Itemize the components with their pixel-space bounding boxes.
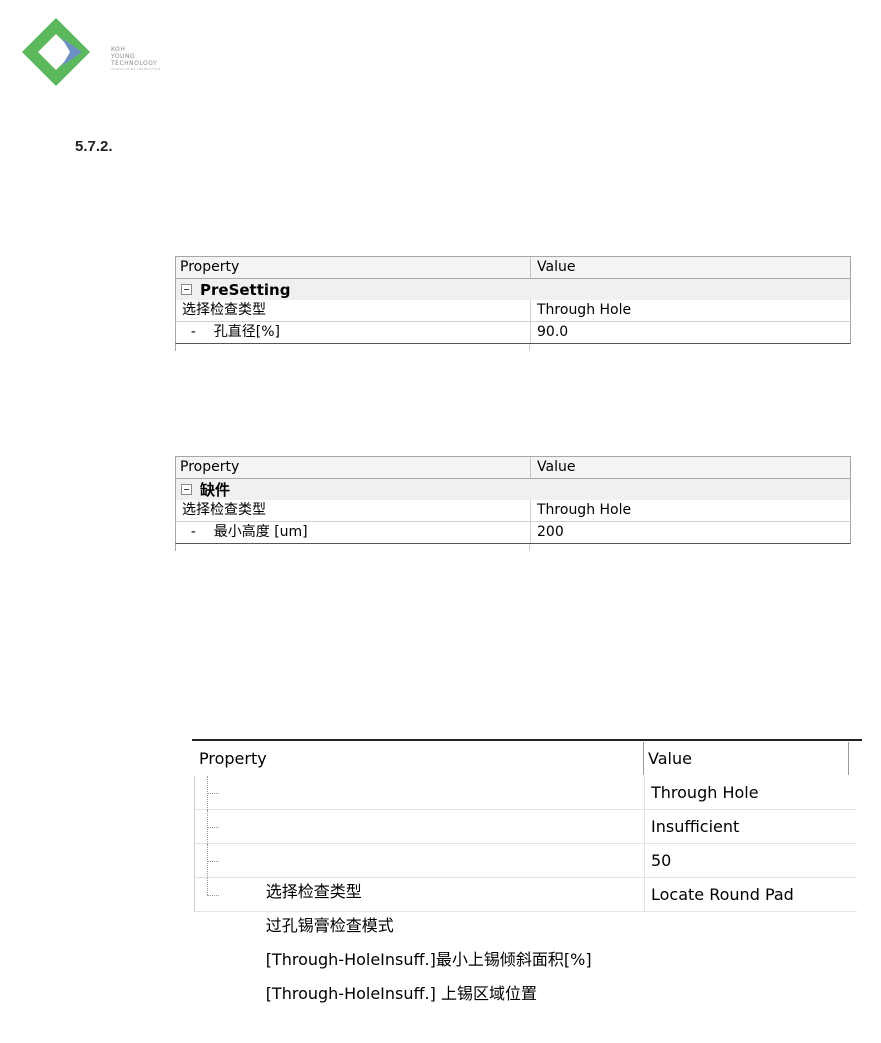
property-name: 选择检查类型: [176, 500, 531, 521]
grid-header: Property Value: [194, 742, 854, 775]
property-name: - 孔直径[%]: [176, 322, 531, 343]
collapse-icon[interactable]: [181, 284, 192, 295]
property-value[interactable]: Insufficient: [645, 810, 855, 843]
property-name: 选择检查类型: [195, 776, 645, 901]
property-name: 过孔锡膏检查模式: [195, 810, 645, 935]
logo-line-3: TECHNOLOGY: [111, 60, 158, 67]
category-label: 缺件: [200, 481, 231, 499]
value-column-header[interactable]: Value: [644, 742, 849, 775]
value-column-header[interactable]: Value: [531, 257, 850, 278]
property-name: 选择检查类型: [176, 300, 531, 321]
property-column-header[interactable]: Property: [176, 457, 531, 478]
property-value[interactable]: Through Hole: [531, 300, 850, 321]
company-logo: KOH YOUNG TECHNOLOGY INTELLIGENT INSPECT…: [18, 14, 188, 94]
logo-text: KOH YOUNG TECHNOLOGY INTELLIGENT INSPECT…: [111, 46, 161, 71]
grid-body: 选择检查类型 Through Hole 过孔锡膏检查模式 Insufficien…: [194, 776, 857, 1003]
property-label: [Through-HoleInsuff.] 上锡区域位置: [265, 984, 537, 1003]
collapse-icon[interactable]: [181, 484, 192, 495]
logo-tagline: INTELLIGENT INSPECTION: [111, 67, 161, 71]
property-value[interactable]: 90.0: [531, 322, 850, 343]
property-row[interactable]: 选择检查类型 Through Hole: [175, 300, 851, 322]
logo-line-2: YOUNG: [111, 53, 136, 60]
property-name: - 最小高度 [um]: [176, 522, 531, 543]
property-row[interactable]: - 最小高度 [um] 200: [175, 522, 851, 544]
grid-header: Property Value: [175, 256, 851, 279]
tree-line: [207, 878, 208, 895]
value-column-header[interactable]: Value: [531, 457, 850, 478]
property-value[interactable]: Through Hole: [531, 500, 850, 521]
property-column-header[interactable]: Property: [176, 257, 531, 278]
property-row[interactable]: 选择检查类型 Through Hole: [175, 500, 851, 522]
category-row-missing[interactable]: 缺件: [175, 479, 851, 500]
property-name: [Through-HoleInsuff.] 上锡区域位置: [195, 878, 645, 1003]
property-label: 过孔锡膏检查模式: [265, 916, 394, 935]
tree-branch: [207, 793, 219, 794]
property-row[interactable]: 过孔锡膏检查模式 Insufficient: [195, 810, 857, 935]
grid-top-border: [192, 739, 862, 741]
property-column-header[interactable]: Property: [194, 742, 644, 775]
category-label: PreSetting: [200, 280, 291, 299]
property-value[interactable]: 50: [645, 844, 855, 877]
property-value[interactable]: Locate Round Pad: [645, 878, 855, 911]
property-row[interactable]: - 孔直径[%] 90.0: [175, 322, 851, 344]
section-number: 5.7.2.: [75, 138, 113, 155]
tree-branch: [207, 895, 219, 896]
grid-tail: [175, 344, 851, 351]
tree-branch: [207, 861, 219, 862]
property-row[interactable]: 选择检查类型 Through Hole: [195, 776, 857, 901]
property-label: [Through-HoleInsuff.]最小上锡倾斜面积[%]: [265, 950, 592, 969]
property-value[interactable]: Through Hole: [645, 776, 855, 809]
category-row-presetting[interactable]: PreSetting: [175, 279, 851, 300]
property-grid-presetting: Property Value PreSetting 选择检查类型 Through…: [175, 256, 851, 351]
grid-header: Property Value: [175, 456, 851, 479]
grid-tail: [175, 544, 851, 551]
logo-line-1: KOH: [111, 46, 126, 53]
property-name: [Through-HoleInsuff.]最小上锡倾斜面积[%]: [195, 844, 645, 969]
logo-mark-icon: [22, 18, 90, 86]
property-value[interactable]: 200: [531, 522, 850, 543]
property-grid-missing: Property Value 缺件 选择检查类型 Through Hole - …: [175, 456, 851, 551]
property-row[interactable]: [Through-HoleInsuff.]最小上锡倾斜面积[%] 50: [195, 844, 857, 969]
tree-branch: [207, 827, 219, 828]
property-row[interactable]: [Through-HoleInsuff.] 上锡区域位置 Locate Roun…: [195, 878, 857, 1003]
